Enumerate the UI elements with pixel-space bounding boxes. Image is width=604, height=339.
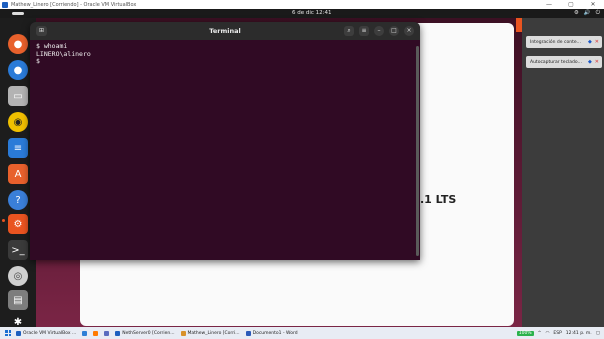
terminal-output[interactable]: $ whoami LINERO\alinero $ bbox=[30, 40, 420, 69]
system-tray: 100% ^ ◠ ESP 12:41 p. m. ▢ bbox=[516, 330, 600, 336]
terminal-line: $ whoami bbox=[36, 42, 68, 50]
vbox-window-title: Mathew_Linero [Corriendo] - Oracle VM Vi… bbox=[11, 1, 137, 8]
close-button[interactable]: ✕ bbox=[582, 1, 604, 8]
firefox-icon bbox=[93, 330, 99, 336]
notification-integration[interactable]: Integración de conte... ◆ ✕ bbox=[526, 36, 602, 48]
taskbar-item-label: Mathew_Linero [Corri... bbox=[187, 330, 240, 336]
ubuntu-desktop: 6 de dic 12:41 ⚙ 🔊 ⏻ ● ● ▭ ◉ ≡ A ? ⚙ >_ … bbox=[0, 9, 604, 327]
minimize-icon[interactable]: – bbox=[374, 26, 384, 36]
help-icon[interactable]: ? bbox=[8, 190, 28, 210]
thunderbird-icon[interactable]: ● bbox=[8, 60, 28, 80]
battery-indicator[interactable]: 100% bbox=[516, 330, 534, 336]
close-icon[interactable]: ✕ bbox=[595, 39, 599, 45]
pin-icon[interactable]: ◆ bbox=[588, 39, 592, 45]
gnome-topbar: 6 de dic 12:41 ⚙ 🔊 ⏻ bbox=[0, 9, 604, 18]
pin-icon[interactable]: ◆ bbox=[588, 59, 592, 65]
menu-icon[interactable]: ≡ bbox=[359, 26, 369, 36]
scrollbar[interactable] bbox=[416, 46, 419, 256]
virtualbox-icon bbox=[180, 330, 186, 336]
network-icon[interactable]: ⚙ bbox=[574, 10, 579, 17]
time[interactable]: 12:41 p. m. bbox=[566, 331, 592, 336]
windows-start-icon[interactable] bbox=[5, 330, 11, 336]
running-indicator bbox=[2, 219, 5, 222]
activities-button[interactable] bbox=[12, 12, 24, 15]
show-apps-icon[interactable]: ✱ bbox=[8, 312, 28, 328]
notification-center-icon[interactable]: ▢ bbox=[596, 331, 600, 336]
virtualbox-icon bbox=[115, 330, 121, 336]
taskbar-item-app[interactable] bbox=[104, 330, 110, 336]
terminal-headerbar[interactable]: ⊞ Terminal ⌕ ≡ – □ × bbox=[30, 22, 420, 40]
taskbar-item-firefox[interactable] bbox=[93, 330, 99, 336]
firefox-icon[interactable]: ● bbox=[8, 34, 28, 54]
terminal-window[interactable]: ⊞ Terminal ⌕ ≡ – □ × $ whoami LINERO\ali… bbox=[30, 22, 420, 260]
close-icon[interactable]: × bbox=[404, 26, 414, 36]
rhythmbox-icon[interactable]: ◉ bbox=[8, 112, 28, 132]
word-icon bbox=[245, 330, 251, 336]
files-icon[interactable]: ▭ bbox=[8, 86, 28, 106]
power-icon[interactable]: ⏻ bbox=[596, 10, 600, 17]
terminal-icon[interactable]: >_ bbox=[8, 240, 28, 260]
windows-taskbar: Oracle VM VirtualBox ... NethServer0 [Co… bbox=[0, 327, 604, 339]
edge-icon bbox=[82, 330, 88, 336]
ubuntu-pro-icon[interactable]: ⚙ bbox=[8, 214, 28, 234]
chevron-up-icon[interactable]: ^ bbox=[538, 331, 542, 336]
clock[interactable]: 6 de dic 12:41 bbox=[292, 10, 332, 16]
writer-icon[interactable]: ≡ bbox=[8, 138, 28, 158]
taskbar-item-label: Oracle VM VirtualBox ... bbox=[23, 330, 77, 336]
terminal-line: LINERO\alinero bbox=[36, 49, 91, 58]
taskbar-item-word[interactable]: Documento1 - Word bbox=[245, 330, 298, 336]
lang-indicator[interactable]: ESP bbox=[553, 331, 561, 336]
software-center-icon[interactable]: A bbox=[8, 164, 28, 184]
minimize-button[interactable]: — bbox=[538, 1, 560, 8]
vbox-titlebar: Mathew_Linero [Corriendo] - Oracle VM Vi… bbox=[0, 0, 604, 9]
drive-icon[interactable]: ▤ bbox=[8, 290, 28, 310]
app-icon bbox=[104, 330, 110, 336]
os-version-text: .1 LTS bbox=[420, 193, 457, 206]
notification-keyboard[interactable]: Autocapturar teclado... ◆ ✕ bbox=[526, 56, 602, 68]
system-tray[interactable]: ⚙ 🔊 ⏻ bbox=[574, 10, 600, 17]
disc-icon[interactable]: ◎ bbox=[8, 266, 28, 286]
notification-label: Integración de conte... bbox=[530, 39, 581, 45]
taskbar-item-virtualbox[interactable]: Oracle VM VirtualBox ... bbox=[16, 330, 77, 336]
volume-icon[interactable]: 🔊 bbox=[584, 10, 591, 17]
close-icon[interactable]: ✕ bbox=[595, 59, 599, 65]
notification-label: Autocapturar teclado... bbox=[530, 59, 582, 65]
maximize-icon[interactable]: □ bbox=[389, 26, 399, 36]
wifi-icon[interactable]: ◠ bbox=[545, 331, 549, 336]
taskbar-item-nethserver[interactable]: NethServer0 [Corrien... bbox=[115, 330, 175, 336]
taskbar-item-edge[interactable] bbox=[82, 330, 88, 336]
taskbar-item-label: Documento1 - Word bbox=[252, 330, 298, 336]
taskbar-item-mathew[interactable]: Mathew_Linero [Corri... bbox=[180, 330, 240, 336]
vbox-notification-panel: Integración de conte... ◆ ✕ Autocapturar… bbox=[522, 18, 604, 327]
maximize-button[interactable]: ▢ bbox=[560, 1, 582, 8]
virtualbox-icon bbox=[16, 330, 21, 336]
search-icon[interactable]: ⌕ bbox=[344, 26, 354, 36]
virtualbox-icon bbox=[2, 1, 8, 8]
taskbar-item-label: NethServer0 [Corrien... bbox=[122, 330, 175, 336]
terminal-prompt: $ bbox=[36, 57, 40, 65]
